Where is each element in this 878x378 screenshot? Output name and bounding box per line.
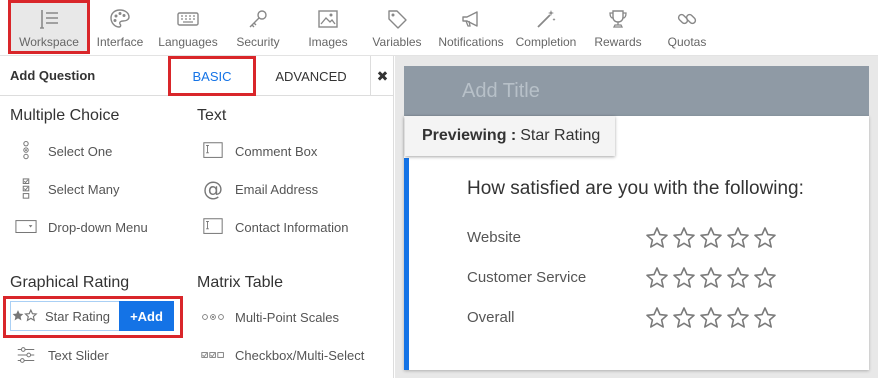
stars-icon	[11, 302, 39, 330]
toolbar-notifications[interactable]: Notifications	[436, 0, 506, 54]
key-icon	[243, 4, 273, 34]
star-row	[645, 266, 777, 290]
question-type-label: Contact Information	[235, 219, 349, 235]
star-icon[interactable]	[726, 306, 750, 330]
toolbar-label: Security	[236, 35, 280, 49]
tab-basic[interactable]: BASIC	[170, 56, 254, 96]
tag-icon	[382, 4, 412, 34]
toolbar-label: Rewards	[594, 35, 642, 49]
question-card-accent	[404, 158, 409, 370]
checkbox-list-icon	[12, 178, 40, 200]
panel-header: Add Question BASIC ADVANCED ✖	[0, 56, 394, 96]
question-type-label: Comment Box	[235, 143, 318, 159]
toolbar-variables[interactable]: Variables	[368, 0, 426, 54]
star-icon[interactable]	[753, 226, 777, 250]
question-type-label: Text Slider	[48, 347, 109, 363]
star-row	[645, 306, 777, 330]
megaphone-icon	[456, 4, 486, 34]
toolbar-quotas[interactable]: Quotas	[662, 0, 712, 54]
star-icon[interactable]	[699, 306, 723, 330]
question-type-star-rating[interactable]: Star Rating +Add	[10, 301, 174, 331]
rating-row-label: Overall	[467, 309, 515, 326]
slider-icon	[12, 344, 40, 366]
previewing-label: Previewing :	[422, 127, 517, 144]
star-icon[interactable]	[726, 226, 750, 250]
toolbar-rewards[interactable]: Rewards	[592, 0, 644, 54]
tab-advanced[interactable]: ADVANCED	[262, 56, 360, 96]
star-icon[interactable]	[645, 266, 669, 290]
toolbar-languages[interactable]: Languages	[156, 0, 220, 54]
question-type-comment-box[interactable]: Comment Box	[199, 139, 317, 163]
section-title-matrix-table: Matrix Table	[197, 274, 283, 291]
question-text: How satisfied are you with the following…	[467, 178, 804, 199]
top-toolbar: Workspace Interface Languages Security I…	[0, 0, 878, 56]
section-title-graphical-rating: Graphical Rating	[10, 274, 130, 291]
close-icon[interactable]: ✖	[370, 56, 394, 96]
palette-icon	[105, 4, 135, 34]
toolbar-security[interactable]: Security	[232, 0, 284, 54]
star-icon[interactable]	[672, 226, 696, 250]
star-icon[interactable]	[699, 226, 723, 250]
star-icon[interactable]	[699, 266, 723, 290]
magic-wand-icon	[531, 4, 561, 34]
question-type-label: Email Address	[235, 181, 319, 197]
text-box-icon	[199, 140, 227, 162]
image-icon	[313, 4, 343, 34]
star-row	[645, 226, 777, 250]
toolbar-label: Workspace	[19, 35, 79, 49]
star-icon[interactable]	[672, 306, 696, 330]
toolbar-completion[interactable]: Completion	[514, 0, 578, 54]
keyboard-icon	[173, 4, 203, 34]
star-icon[interactable]	[645, 226, 669, 250]
checkbox-multi-icon	[199, 344, 227, 366]
toolbar-workspace[interactable]: Workspace	[8, 0, 90, 54]
question-type-select-one[interactable]: Select One	[12, 139, 112, 163]
toolbar-images[interactable]: Images	[302, 0, 354, 54]
question-type-select-many[interactable]: Select Many	[12, 177, 120, 201]
toolbar-label: Images	[308, 35, 348, 49]
star-icon[interactable]	[753, 266, 777, 290]
question-type-label: Select Many	[48, 181, 120, 197]
toolbar-label: Notifications	[438, 35, 504, 49]
add-button[interactable]: +Add	[119, 301, 174, 331]
question-type-contact-information[interactable]: Contact Information	[199, 215, 348, 239]
question-type-label: Star Rating	[45, 308, 111, 324]
star-icon[interactable]	[672, 266, 696, 290]
question-type-label: Select One	[48, 143, 113, 159]
trophy-icon	[603, 4, 633, 34]
dropdown-icon	[12, 216, 40, 238]
section-title-multiple-choice: Multiple Choice	[10, 107, 120, 124]
question-type-email-address[interactable]: @ Email Address	[199, 177, 318, 201]
question-type-dropdown-menu[interactable]: Drop-down Menu	[12, 215, 148, 239]
question-type-label: Drop-down Menu	[48, 219, 148, 235]
question-type-label: Checkbox/Multi-Select	[235, 347, 365, 363]
at-icon: @	[203, 177, 223, 201]
link-icon	[672, 4, 702, 34]
toolbar-interface[interactable]: Interface	[94, 0, 146, 54]
rating-row-label: Customer Service	[467, 269, 587, 286]
question-type-checkbox-multi-select[interactable]: Checkbox/Multi-Select	[199, 343, 364, 367]
star-icon[interactable]	[753, 306, 777, 330]
previewing-value: Star Rating	[520, 127, 601, 144]
survey-title-placeholder[interactable]: Add Title	[462, 80, 540, 103]
toolbar-label: Completion	[515, 35, 577, 49]
toolbar-label: Languages	[158, 35, 218, 49]
question-type-label: Multi-Point Scales	[235, 309, 340, 325]
panel-title: Add Question	[10, 68, 96, 83]
question-type-text-slider[interactable]: Text Slider	[12, 343, 109, 367]
toolbar-label: Interface	[96, 35, 144, 49]
text-box-icon	[199, 216, 227, 238]
radio-list-icon	[12, 140, 40, 162]
workspace-icon	[34, 4, 64, 34]
multi-point-icon	[199, 306, 227, 328]
star-icon[interactable]	[726, 266, 750, 290]
section-title-text: Text	[197, 107, 227, 124]
star-icon[interactable]	[645, 306, 669, 330]
toolbar-label: Variables	[372, 35, 422, 49]
toolbar-label: Quotas	[667, 35, 707, 49]
previewing-badge: Previewing : Star Rating	[405, 116, 615, 156]
rating-row-label: Website	[467, 229, 521, 246]
question-type-multi-point-scales[interactable]: Multi-Point Scales	[199, 305, 339, 329]
